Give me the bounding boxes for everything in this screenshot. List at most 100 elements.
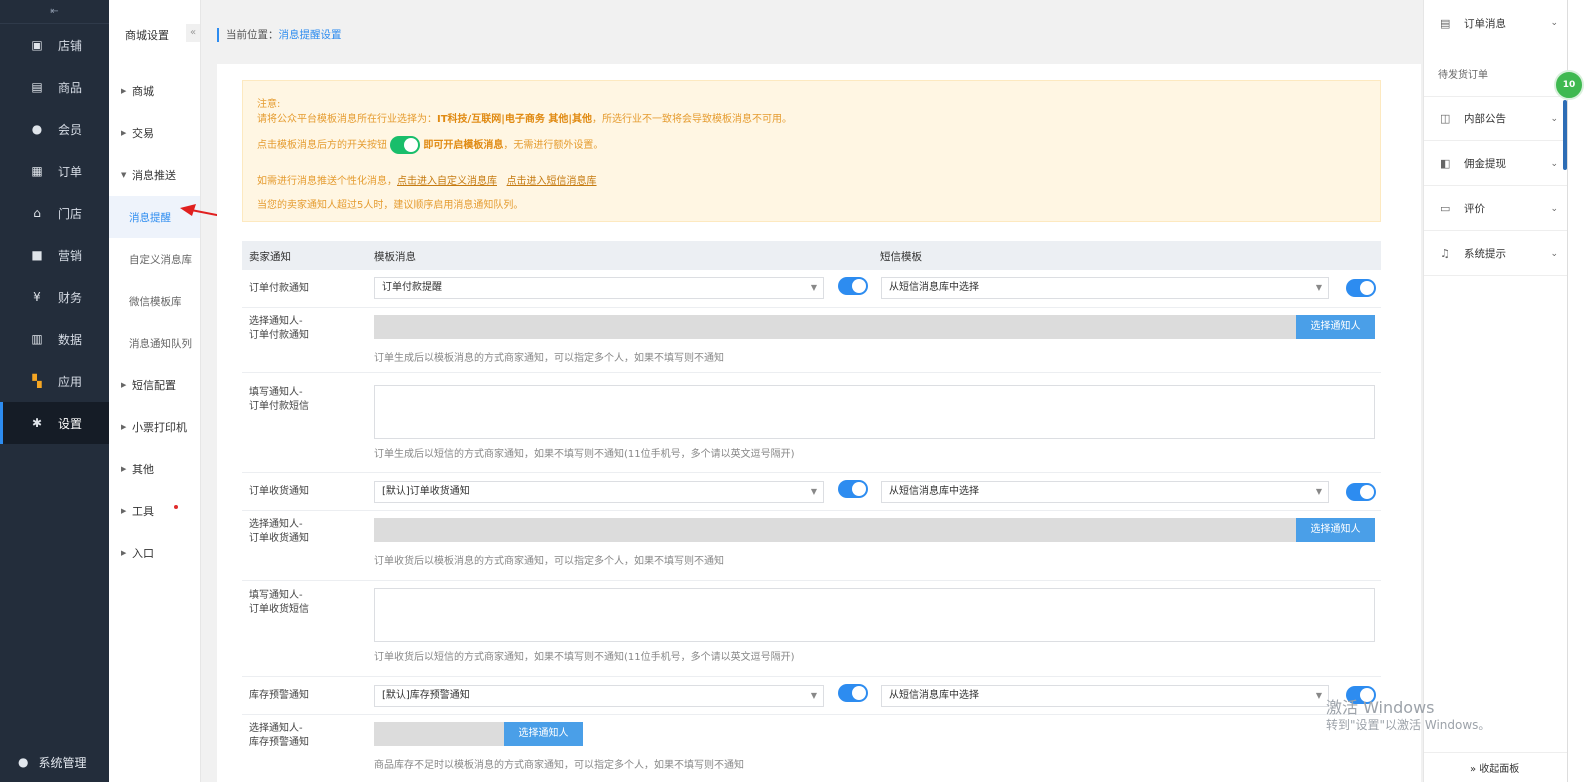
sms-select[interactable]: 从短信消息库中选择 ▼ (881, 685, 1329, 707)
caret-right-icon: ▶ (121, 507, 127, 515)
row-divider (242, 372, 1381, 373)
demo-toggle (390, 136, 421, 154)
label-line: 选择通知人- (249, 723, 303, 734)
collapse-nav-icon[interactable]: ⇤ (0, 0, 109, 24)
fill-label: 填写通知人- 订单付款短信 (249, 386, 309, 414)
sms-select[interactable]: 从短信消息库中选择 ▼ (881, 277, 1329, 299)
sms-lib-link[interactable]: 点击进入短信消息库 (507, 176, 597, 187)
row-label: 订单收货通知 (249, 486, 309, 497)
system-admin-link[interactable]: ● 系统管理 (0, 742, 109, 782)
subnav-item-printer[interactable]: ▶ 小票打印机 (109, 406, 200, 448)
nav-item-marketing[interactable]: ■ 营销 (0, 234, 109, 276)
nav-label: 设置 (58, 416, 83, 431)
subnav-item-mall[interactable]: ▶ 商城 (109, 70, 200, 112)
sub-nav: 商城设置 « ▶ 商城 ▶ 交易 ▼ 消息推送 消息提醒 自定义消息库 微信模板库 消… (109, 0, 201, 782)
main-panel: 注意: 请将公众平台模板消息所在行业选择为：IT科技/互联网|电子商务 其他|其… (217, 64, 1421, 782)
template-toggle[interactable] (838, 480, 868, 498)
breadcrumb-current[interactable]: 消息提醒设置 (279, 29, 342, 41)
select-value: [默认]库存预警通知 (382, 690, 470, 701)
phone-textarea[interactable] (374, 385, 1375, 439)
caret-down-icon: ▼ (121, 171, 127, 179)
member-icon: ● (31, 122, 43, 136)
wallet-icon: ◧ (1440, 157, 1451, 170)
select-value: 从短信消息库中选择 (889, 486, 979, 497)
fold-sidebar-icon[interactable]: « (186, 24, 200, 42)
nav-item-apps[interactable]: ▚ 应用 (0, 360, 109, 402)
col-seller: 卖家通知 (249, 251, 291, 263)
select-notifier-button[interactable]: 选择通知人 (1296, 518, 1375, 542)
notifier-bar (374, 315, 1296, 339)
panel-announcements[interactable]: ◫ 内部公告 ⌄ (1424, 97, 1568, 141)
template-toggle[interactable] (838, 277, 868, 295)
collapse-panel-button[interactable]: » 收起面板 (1424, 752, 1568, 782)
subnav-item-sms[interactable]: ▶ 短信配置 (109, 364, 200, 406)
template-select[interactable]: [默认]订单收货通知 ▼ (374, 481, 824, 503)
notifier-bar (374, 722, 504, 746)
subnav-item-tools[interactable]: ▶ 工具 (109, 490, 200, 532)
nav-label: 订单 (58, 164, 83, 179)
panel-system-tips[interactable]: ♫ 系统提示 ⌄ (1424, 232, 1568, 276)
subnav-label: 工具 (132, 505, 154, 518)
subnav-item-other[interactable]: ▶ 其他 (109, 448, 200, 490)
goods-icon: ▤ (31, 80, 43, 94)
nav-label: 财务 (58, 290, 83, 305)
subnav-child-wechat-tpl[interactable]: 微信模板库 (109, 280, 200, 322)
nav-label: 门店 (58, 206, 83, 221)
template-toggle[interactable] (838, 684, 868, 702)
nav-item-finance[interactable]: ¥ 财务 (0, 276, 109, 318)
caret-down-icon: ▼ (810, 283, 817, 292)
nav-label: 店铺 (58, 38, 83, 53)
subnav-child-custom-lib[interactable]: 自定义消息库 (109, 238, 200, 280)
panel-order-messages[interactable]: ▤ 订单消息 ⌄ (1424, 0, 1568, 46)
nav-item-shop[interactable]: ⌂ 门店 (0, 192, 109, 234)
chevron-down-icon: ⌄ (1550, 18, 1558, 28)
select-value: [默认]订单收货通知 (382, 486, 470, 497)
subnav-child-queue[interactable]: 消息通知队列 (109, 322, 200, 364)
caret-down-icon: ▼ (810, 487, 817, 496)
sms-toggle[interactable] (1346, 279, 1376, 297)
nav-label: 商品 (58, 80, 83, 95)
nav-label: 营销 (58, 248, 83, 263)
custom-lib-link[interactable]: 点击进入自定义消息库 (397, 176, 497, 187)
pending-orders-text[interactable]: 待发货订单 (1438, 66, 1488, 81)
nav-item-store[interactable]: ▣ 店铺 (0, 24, 109, 66)
fill-label: 填写通知人- 订单收货短信 (249, 589, 309, 617)
subnav-label: 消息推送 (132, 169, 176, 182)
notification-badge[interactable]: 10 (1554, 70, 1584, 100)
notice-bold: 即可开启模板消息 (423, 140, 504, 151)
panel-reviews[interactable]: ▭ 评价 ⌄ (1424, 187, 1568, 231)
nav-item-goods[interactable]: ▤ 商品 (0, 66, 109, 108)
notice-line-links: 如需进行消息推送个性化消息，点击进入自定义消息库 点击进入短信消息库 (257, 172, 597, 187)
subnav-label: 短信配置 (132, 379, 176, 392)
sms-select[interactable]: 从短信消息库中选择 ▼ (881, 481, 1329, 503)
label-line: 填写通知人- (249, 387, 303, 398)
subnav-item-entry[interactable]: ▶ 入口 (109, 532, 200, 574)
megaphone-icon: ◫ (1440, 112, 1451, 125)
template-select[interactable]: 订单付款提醒 ▼ (374, 277, 824, 299)
phone-textarea[interactable] (374, 588, 1375, 642)
label-line: 订单收货短信 (249, 604, 309, 615)
select-notifier-button[interactable]: 选择通知人 (504, 722, 583, 746)
scrollbar-strip[interactable] (1567, 0, 1586, 782)
caret-down-icon: ▼ (810, 691, 817, 700)
order-icon: ▦ (31, 164, 43, 178)
subnav-item-trade[interactable]: ▶ 交易 (109, 112, 200, 154)
panel-commission[interactable]: ◧ 佣金提现 ⌄ (1424, 142, 1568, 186)
nav-label: 数据 (58, 332, 83, 347)
nav-item-data[interactable]: ▥ 数据 (0, 318, 109, 360)
nav-item-order[interactable]: ▦ 订单 (0, 150, 109, 192)
comment-icon: ▭ (1440, 202, 1451, 215)
row-label: 库存预警通知 (249, 690, 309, 701)
subnav-item-push[interactable]: ▼ 消息推送 (109, 154, 200, 196)
notifier-bar (374, 518, 1296, 542)
notice-line-industry: 请将公众平台模板消息所在行业选择为：IT科技/互联网|电子商务 其他|其他，所选… (257, 110, 792, 125)
sms-toggle[interactable] (1346, 483, 1376, 501)
nav-item-member[interactable]: ● 会员 (0, 108, 109, 150)
nav-item-settings[interactable]: ✱ 设置 (0, 402, 109, 444)
template-select[interactable]: [默认]库存预警通知 ▼ (374, 685, 824, 707)
row-divider (242, 307, 1381, 308)
select-notifier-button[interactable]: 选择通知人 (1296, 315, 1375, 339)
scrollbar-thumb[interactable] (1563, 100, 1567, 170)
chevron-down-icon: ⌄ (1550, 158, 1558, 169)
subnav-label: 交易 (132, 127, 154, 140)
